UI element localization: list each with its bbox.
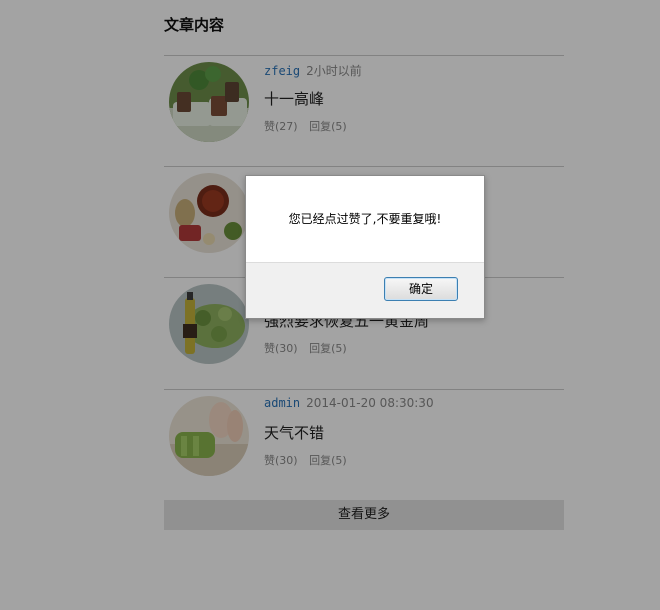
- dialog-footer: 确定: [246, 262, 484, 318]
- ok-button[interactable]: 确定: [384, 277, 458, 301]
- dialog-message: 您已经点过赞了,不要重复哦!: [288, 212, 442, 226]
- alert-dialog: 您已经点过赞了,不要重复哦! 确定: [245, 175, 485, 319]
